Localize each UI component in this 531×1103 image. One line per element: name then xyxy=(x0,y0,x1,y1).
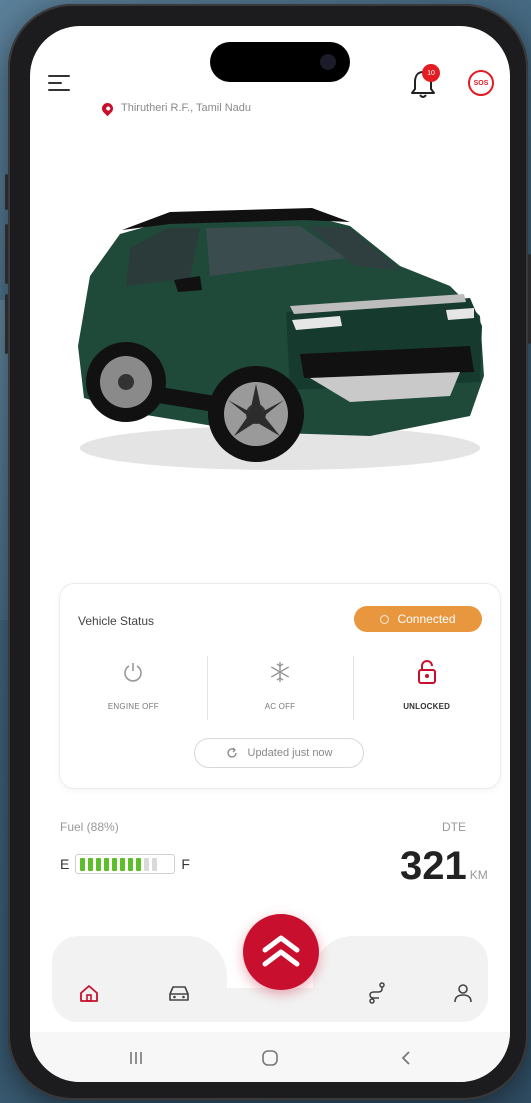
dte-unit: KM xyxy=(469,868,488,882)
nav-bottom-panel xyxy=(52,988,488,1022)
system-navigation-bar xyxy=(30,1032,510,1082)
updated-text: Updated just now xyxy=(247,747,333,759)
fuel-segment-filled xyxy=(104,857,110,871)
nav-trips[interactable] xyxy=(360,976,394,1010)
brand-logo-button[interactable] xyxy=(243,914,319,990)
vehicle-status-card: Vehicle Status Connected ENGINE OFF AC O… xyxy=(60,584,500,788)
dynamic-island xyxy=(210,42,350,82)
location-pin-icon xyxy=(99,100,116,116)
volume-up-button xyxy=(5,224,8,284)
fuel-segment-filled xyxy=(120,857,126,871)
snowflake-icon xyxy=(268,656,292,688)
fuel-gauge-bar xyxy=(75,854,176,874)
nav-profile[interactable] xyxy=(446,976,480,1010)
vehicle-image xyxy=(50,186,490,486)
fuel-segment-filled xyxy=(80,857,86,871)
phone-frame: Thirutheri R.F., Tamil Nadu 10 SOS Vehic… xyxy=(5,4,531,1100)
menu-button[interactable] xyxy=(48,71,74,93)
vehicle-status-title: Vehicle Status xyxy=(78,614,155,628)
fuel-label: Fuel (88%) xyxy=(60,820,119,834)
location-indicator[interactable]: Thirutheri R.F., Tamil Nadu xyxy=(99,98,252,118)
location-text: Thirutheri R.F., Tamil Nadu xyxy=(121,102,252,114)
car-icon xyxy=(169,986,189,1001)
sos-button[interactable]: SOS xyxy=(468,70,494,96)
back-chevron-icon xyxy=(401,1051,410,1065)
menu-bar xyxy=(48,89,70,91)
back-button[interactable] xyxy=(394,1046,418,1070)
ac-status[interactable]: AC OFF xyxy=(206,656,354,722)
camera-icon xyxy=(320,54,336,70)
fuel-segment-filled xyxy=(128,857,134,871)
recents-icon xyxy=(130,1052,142,1064)
home-icon xyxy=(80,985,98,1002)
app-screen: Thirutheri R.F., Tamil Nadu 10 SOS Vehic… xyxy=(30,26,510,1082)
refresh-icon xyxy=(226,747,237,758)
recent-apps-button[interactable] xyxy=(124,1046,148,1070)
fuel-empty-mark: E xyxy=(60,856,70,872)
fuel-gauge: E F xyxy=(60,852,190,876)
action-button xyxy=(5,174,8,210)
fuel-full-mark: F xyxy=(181,856,190,872)
fuel-segment-empty xyxy=(144,857,150,871)
fuel-segment-filled xyxy=(112,857,118,871)
dte-value: 321 xyxy=(400,844,467,888)
lock-status-label: UNLOCKED xyxy=(403,702,451,711)
fuel-segment-filled xyxy=(96,857,102,871)
nav-home[interactable] xyxy=(72,976,106,1010)
volume-down-button xyxy=(5,294,8,354)
fuel-segment-empty xyxy=(152,857,158,871)
menu-bar xyxy=(48,82,62,84)
sos-label: SOS xyxy=(473,79,489,87)
engine-status-label: ENGINE OFF xyxy=(107,702,159,711)
lock-status[interactable]: UNLOCKED xyxy=(353,656,500,722)
connection-status-badge: Connected xyxy=(354,606,482,632)
dte-label: DTE xyxy=(442,820,466,834)
car-illustration xyxy=(78,208,484,470)
vehicle-status-grid: ENGINE OFF AC OFF UNLOCKED xyxy=(60,656,500,722)
profile-icon xyxy=(454,984,472,1003)
nav-vehicle[interactable] xyxy=(162,976,196,1010)
home-circle-icon xyxy=(262,1050,278,1066)
brand-chevrons-icon xyxy=(262,935,300,967)
refresh-status-button[interactable]: Updated just now xyxy=(194,738,364,768)
power-icon xyxy=(122,656,144,688)
engine-status[interactable]: ENGINE OFF xyxy=(60,656,207,722)
fuel-segment-filled xyxy=(136,857,142,871)
notification-badge: 10 xyxy=(422,64,440,82)
notifications-button[interactable]: 10 xyxy=(408,64,442,102)
ac-status-label: AC OFF xyxy=(264,702,296,711)
route-icon xyxy=(369,982,385,1004)
fuel-segment-filled xyxy=(88,857,94,871)
menu-bar xyxy=(48,75,70,77)
dte-readout: 321 KM xyxy=(400,844,488,889)
home-system-button[interactable] xyxy=(258,1046,282,1070)
unlock-icon xyxy=(416,656,438,688)
connection-status-text: Connected xyxy=(397,612,456,626)
connection-dot-icon xyxy=(380,614,390,624)
